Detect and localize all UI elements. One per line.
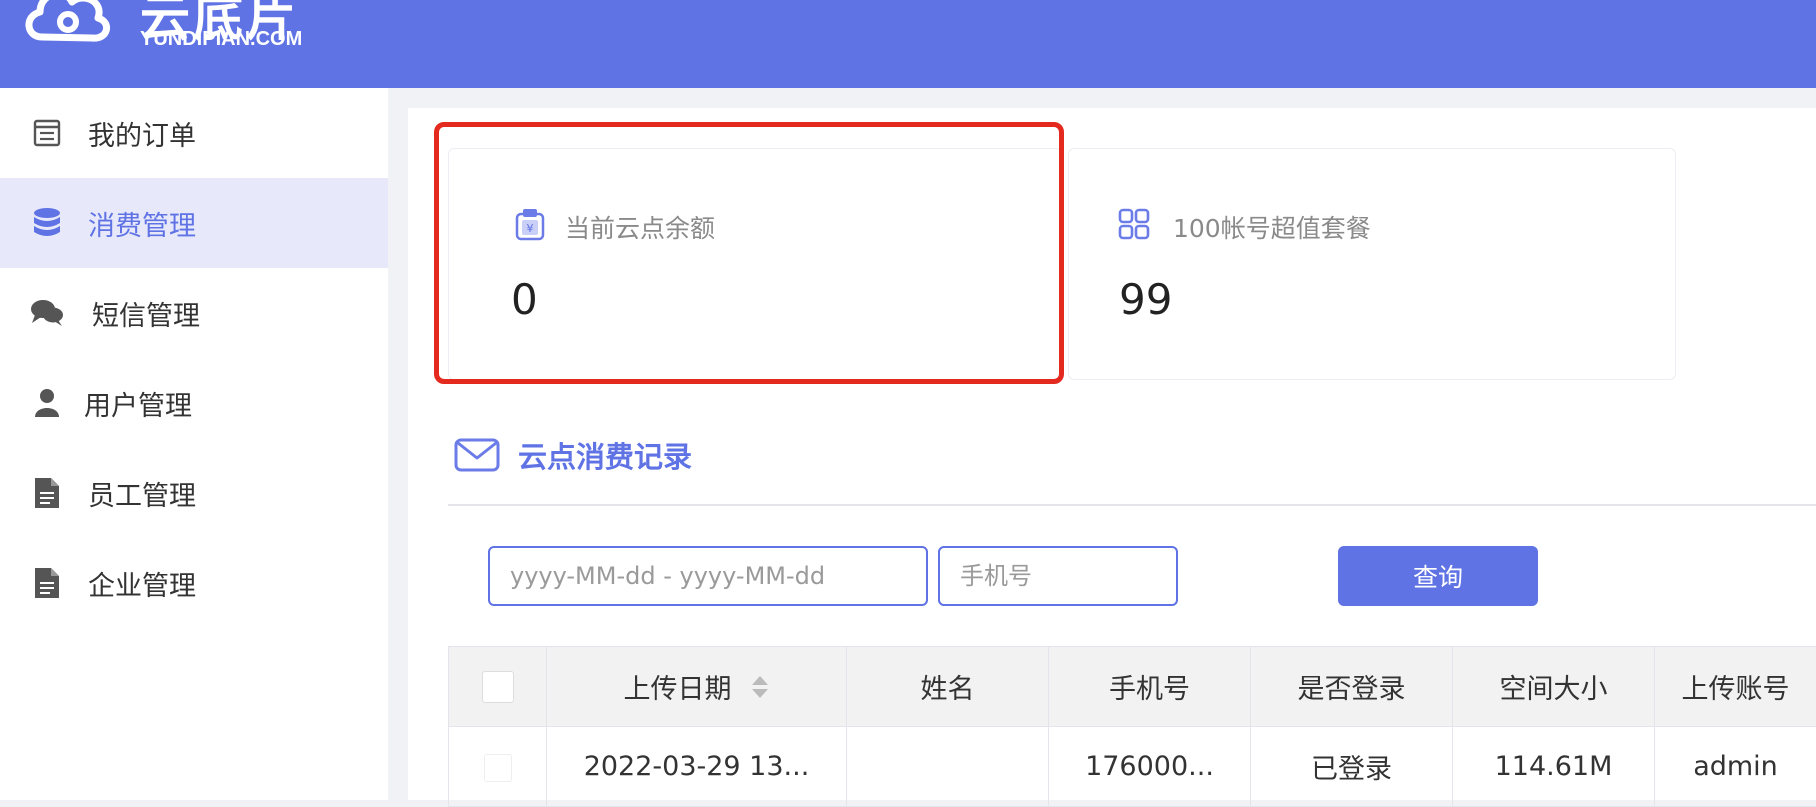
sidebar-item-consumption[interactable]: 消费管理 — [0, 178, 388, 268]
balance-value: 0 — [511, 275, 538, 324]
sidebar-item-orders[interactable]: 我的订单 — [0, 88, 388, 178]
sidebar: 我的订单 消费管理 短信管理 — [0, 88, 388, 800]
section-header: 云点消费记录 — [454, 434, 692, 476]
cell-name — [847, 727, 1049, 807]
package-card: 100帐号超值套餐 99 — [1068, 148, 1676, 380]
top-header: 云底片 YUNDIPIAN.COM — [0, 0, 1816, 88]
chat-bubbles-icon — [30, 296, 64, 330]
column-header-phone: 手机号 — [1049, 647, 1251, 727]
sidebar-item-label: 我的订单 — [88, 114, 196, 153]
cell-phone: 176000... — [1049, 727, 1251, 807]
cell-date: 2022-03-29 13... — [547, 727, 847, 807]
cell-logged-in: 已登录 — [1251, 727, 1453, 807]
table-row: 2022-03-29 13... 176000... 已登录 114.61M a… — [449, 727, 1816, 807]
select-all-cell — [449, 647, 547, 727]
brand-domain: YUNDIPIAN.COM — [140, 28, 302, 51]
sidebar-item-sms[interactable]: 短信管理 — [0, 268, 388, 358]
column-header-date[interactable]: 上传日期 — [547, 647, 847, 727]
sidebar-item-label: 企业管理 — [88, 564, 196, 603]
balance-card: ¥ 当前云点余额 0 — [448, 148, 1062, 380]
sidebar-item-enterprise[interactable]: 企业管理 — [0, 538, 388, 628]
column-header-logged-in: 是否登录 — [1251, 647, 1453, 727]
order-list-icon — [30, 116, 64, 150]
cloud-logo-icon — [22, 0, 112, 52]
select-all-checkbox[interactable] — [482, 671, 514, 703]
section-divider — [448, 504, 1816, 506]
column-header-account: 上传账号 — [1655, 647, 1816, 727]
document-icon — [30, 476, 64, 510]
row-checkbox[interactable] — [484, 754, 512, 782]
consumption-table: 上传日期 姓名 手机号 是否登录 空间大小 上传账号 2022-03-29 13… — [448, 646, 1816, 807]
query-button[interactable]: 查询 — [1338, 546, 1538, 606]
user-icon — [30, 386, 64, 420]
package-value: 99 — [1119, 275, 1172, 324]
sidebar-item-label: 短信管理 — [92, 294, 200, 333]
grid-apps-icon — [1117, 207, 1151, 241]
cell-size: 114.61M — [1453, 727, 1655, 807]
wallet-yen-icon: ¥ — [513, 207, 547, 241]
section-title: 云点消费记录 — [518, 434, 692, 476]
row-select-cell — [449, 727, 547, 807]
mail-icon — [454, 437, 500, 473]
column-header-name: 姓名 — [847, 647, 1049, 727]
svg-text:¥: ¥ — [527, 222, 534, 235]
sidebar-item-users[interactable]: 用户管理 — [0, 358, 388, 448]
sidebar-item-label: 消费管理 — [88, 204, 196, 243]
cell-account: admin — [1655, 727, 1816, 807]
column-header-size: 空间大小 — [1453, 647, 1655, 727]
phone-input[interactable] — [938, 546, 1178, 606]
database-icon — [30, 206, 64, 240]
main-content: ¥ 当前云点余额 0 100帐号超值套餐 99 云点消费记录 查询 — [408, 108, 1816, 800]
date-range-input[interactable] — [488, 546, 928, 606]
sidebar-item-label: 员工管理 — [88, 474, 196, 513]
table-header-row: 上传日期 姓名 手机号 是否登录 空间大小 上传账号 — [449, 647, 1816, 727]
balance-title: 当前云点余额 — [565, 209, 715, 245]
sidebar-item-label: 用户管理 — [84, 384, 192, 423]
package-title: 100帐号超值套餐 — [1173, 209, 1371, 245]
document-icon — [30, 566, 64, 600]
sidebar-item-staff[interactable]: 员工管理 — [0, 448, 388, 538]
column-label: 上传日期 — [624, 674, 732, 705]
sort-icon[interactable] — [750, 674, 770, 707]
